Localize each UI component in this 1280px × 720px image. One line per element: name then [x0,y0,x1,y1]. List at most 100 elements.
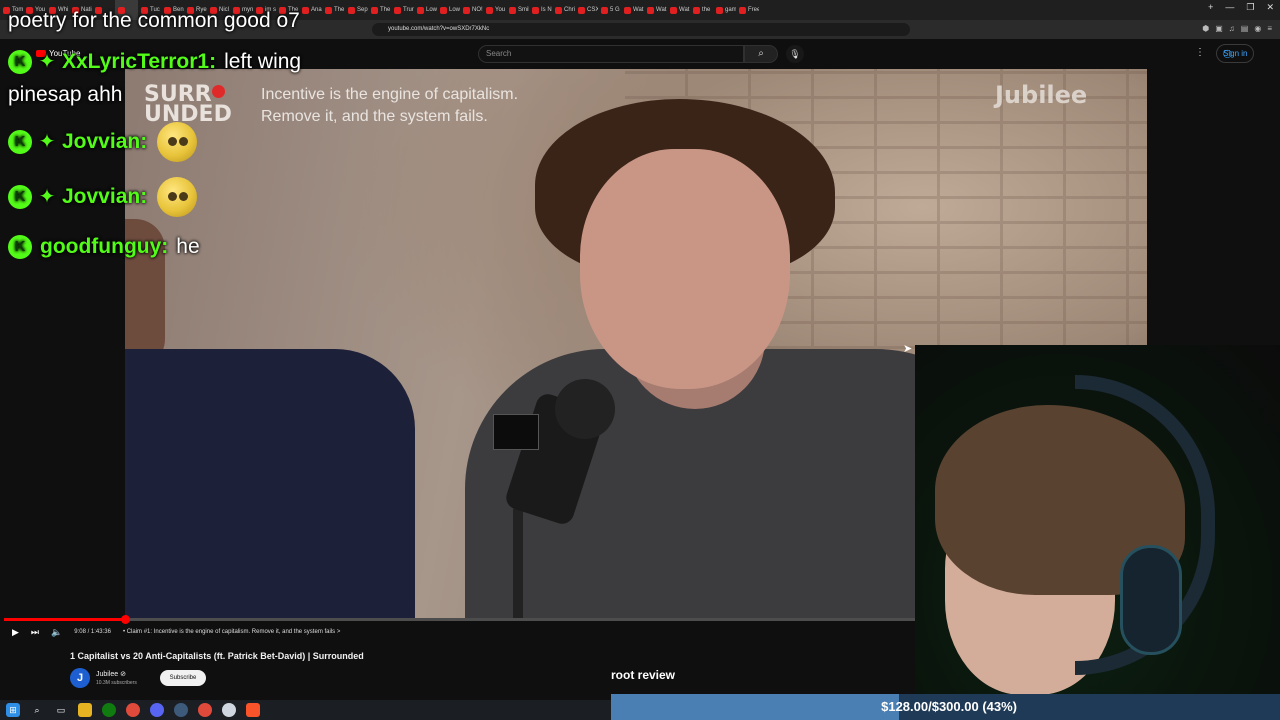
subscriber-count: 10.3M subscribers [96,680,137,686]
windows-taskbar: ⊞ ⌕ ▭ [0,700,611,720]
next-icon[interactable]: ⏭ [31,627,39,638]
chat-username: Jovvian: [62,130,148,153]
frog-emote-icon [157,122,198,162]
time-display: 9:08 / 1:43:36 [74,629,111,635]
windows-start-icon[interactable]: ⊞ [6,703,20,717]
tab-favicon-icon [302,6,309,14]
tab-label: the [702,7,711,13]
minimize-button[interactable]: — [1225,2,1234,13]
menu-icon[interactable]: ≡ [1267,24,1272,33]
chapter-title[interactable]: • Claim #1: Incentive is the engine of c… [123,629,340,635]
search-icon[interactable]: ⌕ [30,703,44,717]
maximize-button[interactable]: ❐ [1246,2,1254,13]
tab-label: NO! [472,7,483,13]
browser-tab[interactable]: gam [713,0,736,20]
microphone-head [555,379,615,439]
sign-in-button[interactable]: ◯ Sign in [1216,44,1255,63]
tab-favicon-icon [532,6,539,14]
channel-avatar[interactable]: J [70,668,90,688]
search-button[interactable]: ⌕ [744,45,778,63]
tab-label: Wat [633,7,644,13]
diamond-badge-icon: ✦ [38,131,56,153]
diamond-badge-icon: ✦ [38,186,56,208]
music-icon[interactable]: ♫ [1229,24,1235,33]
sidebar-icon[interactable]: ▤ [1241,24,1249,33]
donation-goal-bar: $128.00/$300.00 (43%) [611,694,1280,720]
channel-name[interactable]: Jubilee ⊘ [96,670,126,678]
mic-flag [493,414,539,450]
chat-text: pinesap ahh [8,83,123,106]
browser-tab[interactable]: Low [414,0,437,20]
browser-extensions: ⬢ ▣ ♫ ▤ ◉ ≡ [1202,24,1272,33]
tab-favicon-icon [578,6,585,14]
volume-icon[interactable]: 🔈 [51,627,62,638]
browser-tab[interactable]: Ana [299,0,322,20]
brave-icon[interactable] [246,703,260,717]
chrome-icon[interactable] [198,703,212,717]
more-options-icon[interactable]: ⋮ [1195,47,1205,58]
speaker-face [580,149,790,389]
steam-icon[interactable] [174,703,188,717]
tab-favicon-icon [555,6,562,14]
extension-icon[interactable]: ▣ [1215,24,1223,33]
claim-line-1: Incentive is the engine of capitalism. [261,86,519,103]
browser-tab[interactable]: Wat [667,0,690,20]
mic-stand-pole [513,509,523,621]
new-tab-button[interactable]: + [1208,2,1213,13]
tab-label: The [380,7,391,13]
browser-tab[interactable]: Smil [506,0,529,20]
browser-tab[interactable]: The [322,0,345,20]
xbox-icon[interactable] [102,703,116,717]
browser-tab[interactable]: 5 G [598,0,621,20]
chat-username: XxLyricTerror1: [62,50,217,73]
tab-favicon-icon [348,6,355,14]
tab-label: Ana [311,7,322,13]
tab-label: Low [449,7,460,13]
obs-icon[interactable] [222,703,236,717]
close-window-button[interactable]: ✕ [1266,2,1274,13]
browser-tab[interactable]: Chri [552,0,575,20]
tab-label: Trur [403,7,414,13]
frog-emote-icon [157,177,198,217]
tab-favicon-icon [371,6,378,14]
search-input[interactable]: Search [478,45,744,63]
chrome-icon[interactable] [126,703,140,717]
profile-icon[interactable]: ◉ [1254,24,1261,33]
video-title: 1 Capitalist vs 20 Anti-Capitalists (ft.… [70,651,364,661]
surrounded-logo: SURR UNDED [144,84,249,126]
browser-tab[interactable]: Low [437,0,460,20]
browser-tab[interactable]: Trur [391,0,414,20]
discord-icon[interactable] [150,703,164,717]
tab-favicon-icon [647,6,654,14]
tab-favicon-icon [325,6,332,14]
browser-tab[interactable]: CSX [575,0,598,20]
chat-username: goodfunguy: [40,235,169,258]
play-icon[interactable]: ▶ [12,627,19,638]
url-field[interactable]: youtube.com/watch?v=owSXDr7XkNc [372,23,910,36]
browser-tab[interactable]: Wat [644,0,667,20]
file-explorer-icon[interactable] [78,703,92,717]
browser-tab[interactable]: Wat [621,0,644,20]
tab-favicon-icon [716,6,723,14]
tab-label: Wat [656,7,667,13]
browser-tab[interactable]: the [690,0,713,20]
extension-icon[interactable]: ⬢ [1202,24,1209,33]
browser-tab[interactable]: Sep [345,0,368,20]
chevron-right-icon: > [336,629,341,635]
browser-tab[interactable]: Free [736,0,759,20]
screen: Tom You Whi Nati Tuc Ben Rye Nicl myn im s The Ana T… [0,0,1280,720]
voice-search-button[interactable]: 🎙 [786,45,804,63]
mouse-cursor-icon: ➤ [903,343,913,355]
tab-favicon-icon [417,6,424,14]
chapter-text: • Claim #1: Incentive is the engine of c… [122,629,336,635]
account-icon: ◯ [1223,49,1232,58]
task-view-icon[interactable]: ▭ [54,703,68,717]
interviewer-shoulder [125,349,415,621]
browser-tab[interactable]: NO! [460,0,483,20]
browser-tab[interactable]: Is N [529,0,552,20]
kick-badge-icon: K [8,235,32,259]
browser-tab[interactable]: The [368,0,391,20]
tab-label: Sep [357,7,368,13]
subscribe-button[interactable]: Subscribe [160,670,206,686]
browser-tab[interactable]: You [483,0,506,20]
